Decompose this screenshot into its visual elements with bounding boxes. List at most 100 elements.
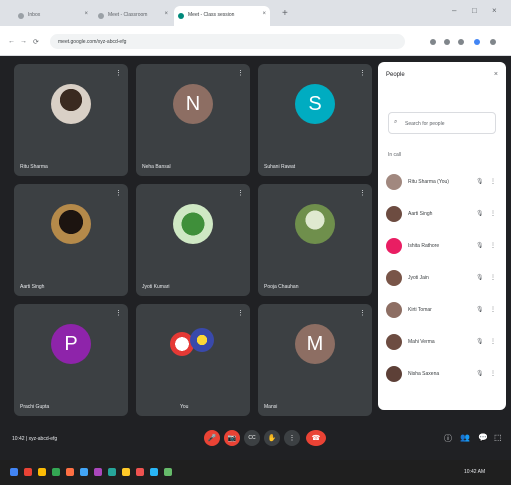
tile-more-icon[interactable]: ⋮: [237, 189, 244, 197]
reload-button[interactable]: ⟳: [33, 38, 39, 46]
forward-button[interactable]: →: [20, 38, 27, 45]
close-tab-icon[interactable]: ×: [262, 11, 266, 17]
taskbar-app-icon[interactable]: [122, 468, 130, 476]
participant-name: Ritu Sharma: [20, 164, 48, 170]
participant-tile[interactable]: ⋮ S Suhani Rawat: [258, 64, 372, 176]
people-button[interactable]: 👥: [460, 433, 470, 442]
avatar: M: [295, 324, 335, 364]
close-tab-icon[interactable]: ×: [164, 11, 168, 17]
avatar: [386, 238, 402, 254]
mic-icon[interactable]: 🎙: [476, 274, 484, 281]
new-tab-button[interactable]: +: [282, 8, 288, 19]
search-icon: ⌕: [394, 119, 398, 125]
tab-label: Inbox: [28, 12, 41, 18]
taskbar-app-icon[interactable]: [164, 468, 172, 476]
more-icon[interactable]: ⋮: [490, 210, 496, 217]
participant-list-item[interactable]: Mahi Verma 🎙 ⋮: [386, 332, 498, 354]
more-icon[interactable]: ⋮: [490, 370, 496, 377]
tile-more-icon[interactable]: ⋮: [237, 309, 244, 317]
mic-icon[interactable]: 🎙: [476, 178, 484, 185]
avatar: P: [51, 324, 91, 364]
search-people-input[interactable]: ⌕ Search for people: [388, 112, 496, 134]
taskbar-app-icon[interactable]: [150, 468, 158, 476]
participant-name: Kirti Tomar: [408, 307, 432, 313]
participant-list-item[interactable]: Aarti Singh 🎙 ⋮: [386, 204, 498, 226]
taskbar-app-icon[interactable]: [94, 468, 102, 476]
participant-tile[interactable]: ⋮ Aarti Singh: [14, 184, 128, 296]
participant-name: Mahi Verma: [408, 339, 435, 345]
taskbar-app-icon[interactable]: [66, 468, 74, 476]
avatar: [173, 204, 213, 244]
participant-list-item[interactable]: Ishita Rathore 🎙 ⋮: [386, 236, 498, 258]
tile-more-icon[interactable]: ⋮: [115, 309, 122, 317]
address-bar-row: ← → ⟳ meet.google.com/xyz-abcd-efg: [0, 26, 511, 56]
avatar: [51, 84, 91, 124]
microphone-button[interactable]: 🎤: [204, 430, 220, 446]
taskbar-clock: 10:42 AM: [464, 469, 486, 475]
meeting-details-button[interactable]: ⓘ: [444, 433, 452, 444]
participant-tile[interactable]: ⋮ N Neha Bansal: [136, 64, 250, 176]
camera-button[interactable]: 📷: [224, 430, 240, 446]
participant-name: Jyoti Kumari: [142, 284, 170, 290]
tile-more-icon[interactable]: ⋮: [359, 189, 366, 197]
start-icon[interactable]: [10, 468, 18, 476]
participant-list-item[interactable]: Jyoti Jain 🎙 ⋮: [386, 268, 498, 290]
tile-more-icon[interactable]: ⋮: [115, 189, 122, 197]
mic-icon[interactable]: 🎙: [476, 306, 484, 313]
mic-icon[interactable]: 🎙: [476, 370, 484, 377]
maximize-button[interactable]: □: [472, 6, 477, 15]
os-taskbar: 10:42 AM: [0, 460, 511, 485]
more-icon[interactable]: ⋮: [490, 338, 496, 345]
tile-more-icon[interactable]: ⋮: [359, 69, 366, 77]
mic-icon[interactable]: 🎙: [476, 338, 484, 345]
participant-name: Nisha Saxena: [408, 371, 440, 377]
activities-button[interactable]: ⬚: [494, 433, 502, 442]
participant-tile[interactable]: ⋮ Jyoti Kumari: [136, 184, 250, 296]
tile-more-icon[interactable]: ⋮: [115, 69, 122, 77]
mic-icon[interactable]: 🎙: [476, 242, 484, 249]
participant-tile[interactable]: ⋮ Ritu Sharma: [14, 64, 128, 176]
more-icon[interactable]: ⋮: [490, 178, 496, 185]
browser-tab-meet[interactable]: Meet - Class session ×: [174, 6, 270, 26]
leave-call-button[interactable]: ☎: [306, 430, 326, 446]
section-label: In call: [388, 152, 402, 158]
back-button[interactable]: ←: [8, 38, 15, 45]
participant-name: Aarti Singh: [408, 211, 433, 217]
mic-icon[interactable]: 🎙: [476, 210, 484, 217]
browser-tab-classroom[interactable]: Meet - Classroom ×: [94, 6, 172, 26]
participant-list-item[interactable]: Nisha Saxena 🎙 ⋮: [386, 364, 498, 386]
tile-more-icon[interactable]: ⋮: [359, 309, 366, 317]
people-panel: People × ⌕ Search for people In call Rit…: [378, 62, 506, 410]
close-tab-icon[interactable]: ×: [84, 11, 88, 17]
more-options-button[interactable]: ⋮: [284, 430, 300, 446]
participant-tile[interactable]: ⋮ Pooja Chauhan: [258, 184, 372, 296]
extension-icon[interactable]: [444, 39, 450, 45]
close-window-button[interactable]: ×: [492, 6, 497, 15]
taskbar-app-icon[interactable]: [38, 468, 46, 476]
captions-button[interactable]: CC: [244, 430, 260, 446]
participant-list-item[interactable]: Ritu Sharma (You) 🎙 ⋮: [386, 172, 498, 194]
more-icon[interactable]: ⋮: [490, 306, 496, 313]
raise-hand-button[interactable]: ✋: [264, 430, 280, 446]
more-icon[interactable]: ⋮: [490, 242, 496, 249]
tile-more-icon[interactable]: ⋮: [237, 69, 244, 77]
close-icon[interactable]: ×: [494, 71, 498, 78]
address-bar[interactable]: meet.google.com/xyz-abcd-efg: [50, 34, 405, 49]
profile-avatar[interactable]: [474, 39, 480, 45]
taskbar-app-icon[interactable]: [108, 468, 116, 476]
avatar: [295, 204, 335, 244]
more-icon[interactable]: ⋮: [490, 274, 496, 281]
minimize-button[interactable]: –: [452, 6, 456, 15]
taskbar-app-icon[interactable]: [24, 468, 32, 476]
bookmark-icon[interactable]: [458, 39, 464, 45]
extension-icon[interactable]: [430, 39, 436, 45]
browser-menu-icon[interactable]: [490, 39, 496, 45]
taskbar-app-icon[interactable]: [80, 468, 88, 476]
chat-button[interactable]: 💬: [478, 433, 488, 442]
participant-name: Neha Bansal: [142, 164, 171, 170]
taskbar-app-icon[interactable]: [52, 468, 60, 476]
browser-tab-inbox[interactable]: Inbox ×: [14, 6, 92, 26]
taskbar-app-icon[interactable]: [136, 468, 144, 476]
participant-list-item[interactable]: Kirti Tomar 🎙 ⋮: [386, 300, 498, 322]
avatar: [51, 204, 91, 244]
